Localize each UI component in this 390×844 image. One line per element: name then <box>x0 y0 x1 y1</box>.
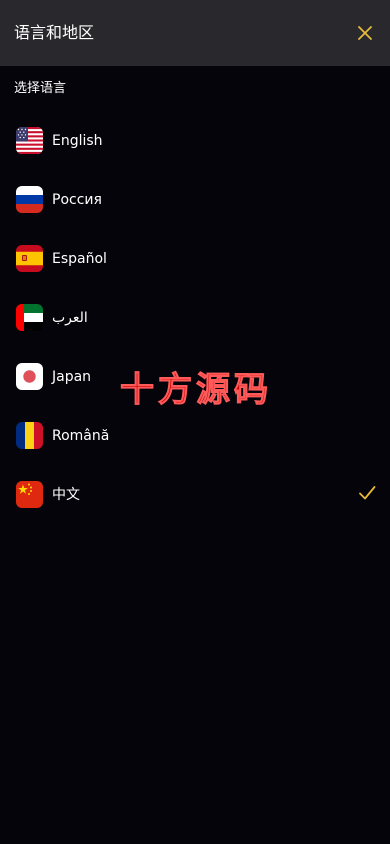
page-title: 语言和地区 <box>14 23 95 42</box>
language-label: Română <box>52 428 110 444</box>
language-label: 中文 <box>52 487 80 503</box>
language-label: العرب <box>52 310 88 326</box>
spain-flag-icon <box>16 245 43 272</box>
language-item-english[interactable]: English <box>0 112 390 171</box>
top-bar: 语言和地区 <box>0 0 390 66</box>
close-button[interactable] <box>350 18 380 48</box>
language-label: Россия <box>52 192 102 208</box>
close-icon <box>358 26 372 40</box>
uae-flag-icon <box>16 304 43 331</box>
checkmark-icon <box>359 486 376 500</box>
language-item-russian[interactable]: Россия <box>0 171 390 230</box>
language-item-spanish[interactable]: Español <box>0 230 390 289</box>
us-flag-icon <box>16 127 43 154</box>
language-item-romanian[interactable]: Română <box>0 407 390 466</box>
language-label: Japan <box>52 369 92 385</box>
russia-flag-icon <box>16 186 43 213</box>
language-label: English <box>52 133 103 149</box>
china-flag-icon <box>16 481 43 508</box>
romania-flag-icon <box>16 422 43 449</box>
language-item-chinese[interactable]: 中文 <box>0 466 390 525</box>
language-item-japanese[interactable]: Japan <box>0 348 390 407</box>
language-item-arabic[interactable]: العرب <box>0 289 390 348</box>
section-label: 选择语言 <box>14 81 67 96</box>
japan-flag-icon <box>16 363 43 390</box>
language-list: English Россия Español العرب Japan Român… <box>0 112 390 525</box>
language-label: Español <box>52 251 107 267</box>
